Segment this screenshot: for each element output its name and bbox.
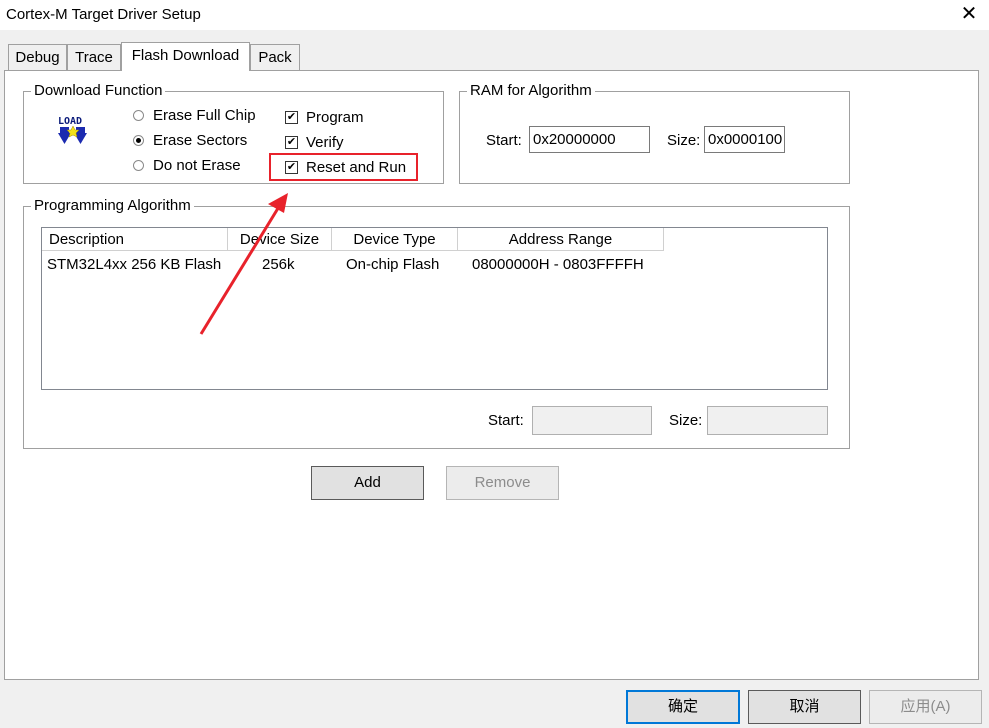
apply-button[interactable]: 应用(A) [869, 690, 982, 724]
cancel-button[interactable]: 取消 [748, 690, 861, 724]
annotation-arrow [199, 193, 288, 335]
ok-button[interactable]: 确定 [626, 690, 740, 724]
tab-flash-download[interactable]: Flash Download [121, 42, 250, 71]
